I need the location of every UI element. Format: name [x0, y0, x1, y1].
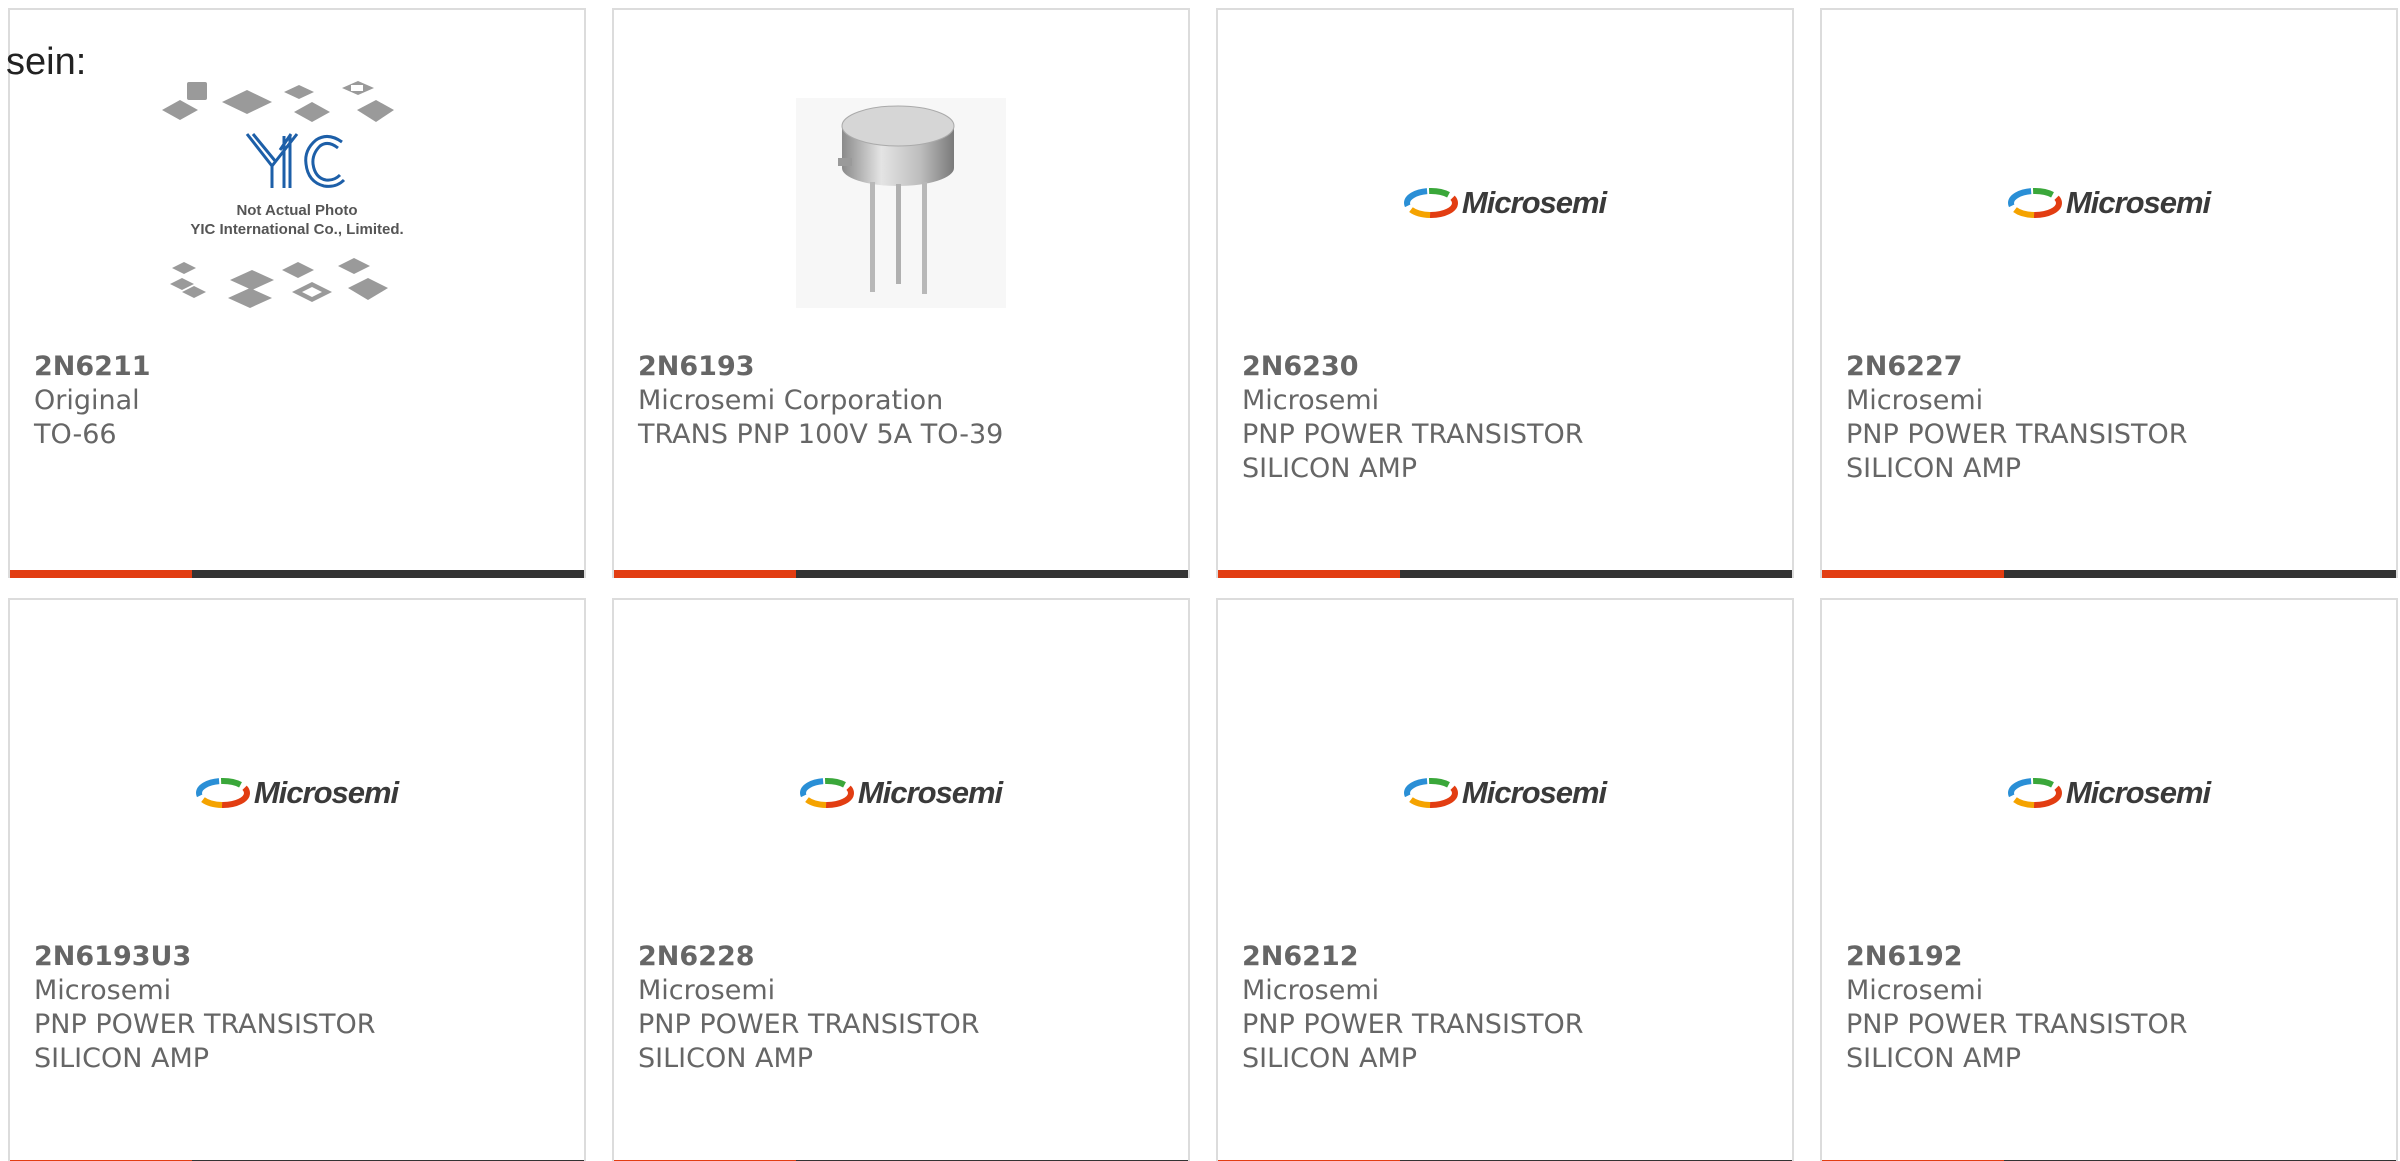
product-manufacturer: Microsemi Corporation: [638, 385, 944, 416]
product-manufacturer: Microsemi: [1242, 385, 1380, 416]
product-image[interactable]: Microsemi: [1822, 650, 2396, 935]
product-info: 2N6193 Microsemi Corporation TRANS PNP 1…: [638, 350, 1168, 452]
product-info: 2N6212 Microsemi PNP POWER TRANSISTOR SI…: [1242, 940, 1772, 1076]
product-description: PNP POWER TRANSISTOR: [1846, 419, 2188, 450]
microsemi-swirl-icon: [2007, 777, 2062, 808]
yic-note-line1: Not Actual Photo: [236, 202, 357, 219]
product-description-2: SILICON AMP: [1846, 453, 2022, 484]
to39-transistor-photo: [796, 97, 1006, 308]
product-part-number[interactable]: 2N6228: [638, 940, 1168, 974]
microsemi-swirl-icon: [195, 777, 250, 808]
product-manufacturer: Microsemi: [1846, 385, 1984, 416]
microsemi-logo: Microsemi: [2007, 774, 2211, 811]
product-description-2: SILICON AMP: [1242, 1043, 1418, 1074]
card-bottom-bar-accent: [10, 570, 192, 578]
card-bottom-bar: [1822, 570, 2396, 578]
product-info: 2N6228 Microsemi PNP POWER TRANSISTOR SI…: [638, 940, 1168, 1076]
product-description: PNP POWER TRANSISTOR: [1242, 1009, 1584, 1040]
product-part-number[interactable]: 2N6192: [1846, 940, 2376, 974]
microsemi-logo-text: Microsemi: [253, 774, 399, 810]
intro-text: sein:: [6, 41, 87, 83]
yic-placeholder-image: Not Actual Photo YIC International Co., …: [162, 80, 404, 308]
card-bottom-bar-accent: [614, 570, 796, 578]
product-info: 2N6193U3 Microsemi PNP POWER TRANSISTOR …: [34, 940, 564, 1076]
product-description-2: SILICON AMP: [34, 1043, 210, 1074]
microsemi-logo: Microsemi: [1403, 774, 1607, 811]
product-description-2: SILICON AMP: [1846, 1043, 2022, 1074]
product-description: PNP POWER TRANSISTOR: [34, 1009, 376, 1040]
microsemi-logo-text: Microsemi: [857, 774, 1003, 810]
product-part-number[interactable]: 2N6227: [1846, 350, 2376, 384]
product-card[interactable]: Microsemi 2N6192 Microsemi PNP POWER TRA…: [1820, 598, 2398, 1161]
product-info: 2N6211 Original TO-66: [34, 350, 564, 452]
yic-note-line2: YIC International Co., Limited.: [190, 221, 403, 238]
product-part-number[interactable]: 2N6212: [1242, 940, 1772, 974]
product-part-number[interactable]: 2N6211: [34, 350, 564, 384]
product-card[interactable]: Microsemi 2N6228 Microsemi PNP POWER TRA…: [612, 598, 1190, 1161]
card-bottom-bar-accent: [1822, 570, 2004, 578]
microsemi-swirl-icon: [1403, 777, 1458, 808]
microsemi-logo-text: Microsemi: [1461, 184, 1607, 220]
microsemi-logo-text: Microsemi: [2065, 184, 2211, 220]
microsemi-swirl-icon: [799, 777, 854, 808]
product-image[interactable]: Microsemi: [1822, 60, 2396, 345]
microsemi-logo-text: Microsemi: [2065, 774, 2211, 810]
product-image[interactable]: Microsemi: [614, 650, 1188, 935]
product-manufacturer: Microsemi: [1242, 975, 1380, 1006]
product-image[interactable]: [614, 60, 1188, 345]
product-card[interactable]: Microsemi 2N6212 Microsemi PNP POWER TRA…: [1216, 598, 1794, 1161]
product-card[interactable]: Microsemi 2N6193U3 Microsemi PNP POWER T…: [8, 598, 586, 1161]
product-card[interactable]: Microsemi 2N6227 Microsemi PNP POWER TRA…: [1820, 8, 2398, 578]
product-description: PNP POWER TRANSISTOR: [1242, 419, 1584, 450]
product-description: TO-66: [34, 419, 117, 450]
product-description: TRANS PNP 100V 5A TO-39: [638, 419, 1004, 450]
microsemi-logo: Microsemi: [2007, 184, 2211, 221]
product-card[interactable]: Not Actual Photo YIC International Co., …: [8, 8, 586, 578]
product-description-2: SILICON AMP: [1242, 453, 1418, 484]
product-grid-page: sein: Not Actual Photo YIC International…: [0, 0, 2400, 1161]
product-description: PNP POWER TRANSISTOR: [1846, 1009, 2188, 1040]
product-manufacturer: Original: [34, 385, 140, 416]
card-bottom-bar: [10, 570, 584, 578]
product-card[interactable]: Microsemi 2N6230 Microsemi PNP POWER TRA…: [1216, 8, 1794, 578]
product-description-2: SILICON AMP: [638, 1043, 814, 1074]
product-part-number[interactable]: 2N6193: [638, 350, 1168, 384]
product-manufacturer: Microsemi: [638, 975, 776, 1006]
card-bottom-bar: [614, 570, 1188, 578]
card-bottom-bar: [1218, 570, 1792, 578]
microsemi-logo: Microsemi: [195, 774, 399, 811]
microsemi-logo: Microsemi: [1403, 184, 1607, 221]
product-card[interactable]: 2N6193 Microsemi Corporation TRANS PNP 1…: [612, 8, 1190, 578]
product-image[interactable]: Microsemi: [1218, 650, 1792, 935]
microsemi-swirl-icon: [2007, 187, 2062, 218]
microsemi-swirl-icon: [1403, 187, 1458, 218]
product-manufacturer: Microsemi: [1846, 975, 1984, 1006]
product-image[interactable]: Not Actual Photo YIC International Co., …: [10, 60, 584, 345]
product-part-number[interactable]: 2N6230: [1242, 350, 1772, 384]
product-info: 2N6230 Microsemi PNP POWER TRANSISTOR SI…: [1242, 350, 1772, 486]
product-image[interactable]: Microsemi: [1218, 60, 1792, 345]
product-part-number[interactable]: 2N6193U3: [34, 940, 564, 974]
product-manufacturer: Microsemi: [34, 975, 172, 1006]
product-info: 2N6192 Microsemi PNP POWER TRANSISTOR SI…: [1846, 940, 2376, 1076]
product-image[interactable]: Microsemi: [10, 650, 584, 935]
microsemi-logo-text: Microsemi: [1461, 774, 1607, 810]
microsemi-logo: Microsemi: [799, 774, 1003, 811]
product-info: 2N6227 Microsemi PNP POWER TRANSISTOR SI…: [1846, 350, 2376, 486]
card-bottom-bar-accent: [1218, 570, 1400, 578]
product-description: PNP POWER TRANSISTOR: [638, 1009, 980, 1040]
